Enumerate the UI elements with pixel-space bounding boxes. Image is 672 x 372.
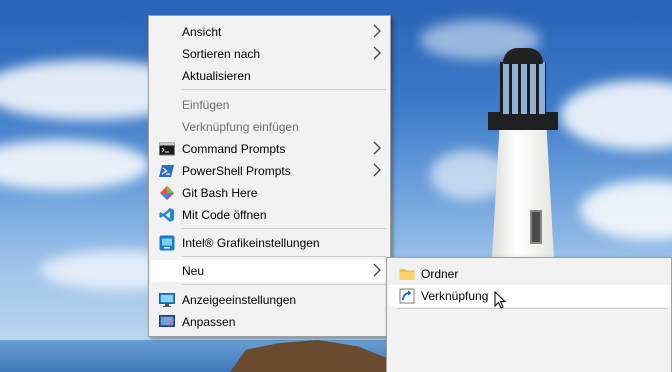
menu-item-label: Neu: [182, 264, 205, 278]
personalize-icon: [159, 315, 175, 327]
chevron-right-icon: [373, 263, 381, 277]
submenu-item-verknuepfung[interactable]: Verknüpfung: [389, 285, 671, 307]
new-submenu: Ordner Verknüpfung: [386, 257, 672, 372]
intel-graphics-icon: [159, 235, 175, 251]
chevron-right-icon: [373, 141, 381, 155]
menu-separator: [182, 89, 386, 90]
command-prompt-icon: [159, 142, 175, 156]
menu-item-label: Git Bash Here: [182, 186, 258, 200]
menu-item-intel-grafikeinstellungen[interactable]: Intel® Grafikeinstellungen: [151, 232, 390, 254]
menu-separator: [182, 256, 386, 257]
menu-item-verknuepfung-einfuegen[interactable]: Verknüpfung einfügen: [151, 116, 390, 138]
menu-item-label: PowerShell Prompts: [182, 164, 291, 178]
menu-item-label: Mit Code öffnen: [182, 208, 267, 222]
shortcut-icon: [399, 288, 415, 304]
menu-item-powershell-prompts[interactable]: PowerShell Prompts: [151, 160, 390, 182]
menu-item-label: Einfügen: [182, 98, 230, 112]
menu-item-label: Aktualisieren: [182, 69, 251, 83]
menu-item-label: Anzeigeeinstellungen: [182, 293, 297, 307]
menu-item-anzeigeeinstellungen[interactable]: Anzeigeeinstellungen: [151, 289, 390, 311]
menu-item-label: Anpassen: [182, 315, 236, 329]
submenu-item-ordner[interactable]: Ordner: [389, 263, 671, 285]
folder-icon: [399, 269, 415, 280]
submenu-item-label: Verknüpfung: [421, 289, 489, 303]
menu-separator: [182, 228, 386, 229]
desktop-context-menu: Ansicht Sortieren nach Aktualisieren Ein…: [148, 15, 391, 337]
menu-item-git-bash-here[interactable]: Git Bash Here: [151, 182, 390, 204]
menu-item-label: Verknüpfung einfügen: [182, 120, 299, 134]
powershell-icon: [159, 165, 174, 177]
chevron-right-icon: [373, 24, 381, 38]
menu-item-command-prompts[interactable]: Command Prompts: [151, 138, 390, 160]
menu-item-anpassen[interactable]: Anpassen: [151, 311, 390, 333]
menu-item-label: Command Prompts: [182, 142, 286, 156]
menu-item-neu[interactable]: Neu: [151, 260, 390, 282]
menu-item-aktualisieren[interactable]: Aktualisieren: [151, 65, 390, 87]
menu-item-ansicht[interactable]: Ansicht: [151, 21, 390, 43]
display-settings-icon: [159, 293, 175, 307]
chevron-right-icon: [373, 46, 381, 60]
submenu-item-label: Ordner: [421, 267, 459, 281]
menu-item-label: Ansicht: [182, 25, 222, 39]
menu-item-einfuegen[interactable]: Einfügen: [151, 94, 390, 116]
menu-item-label: Sortieren nach: [182, 47, 261, 61]
chevron-right-icon: [373, 163, 381, 177]
menu-item-sortieren-nach[interactable]: Sortieren nach: [151, 43, 390, 65]
menu-separator: [182, 284, 386, 285]
submenu-separator: [397, 308, 667, 309]
menu-item-label: Intel® Grafikeinstellungen: [182, 236, 320, 250]
menu-item-mit-code-oeffnen[interactable]: Mit Code öffnen: [151, 204, 390, 226]
git-bash-icon: [160, 186, 174, 200]
mouse-pointer-icon: [494, 291, 506, 309]
vscode-icon: [159, 208, 174, 222]
